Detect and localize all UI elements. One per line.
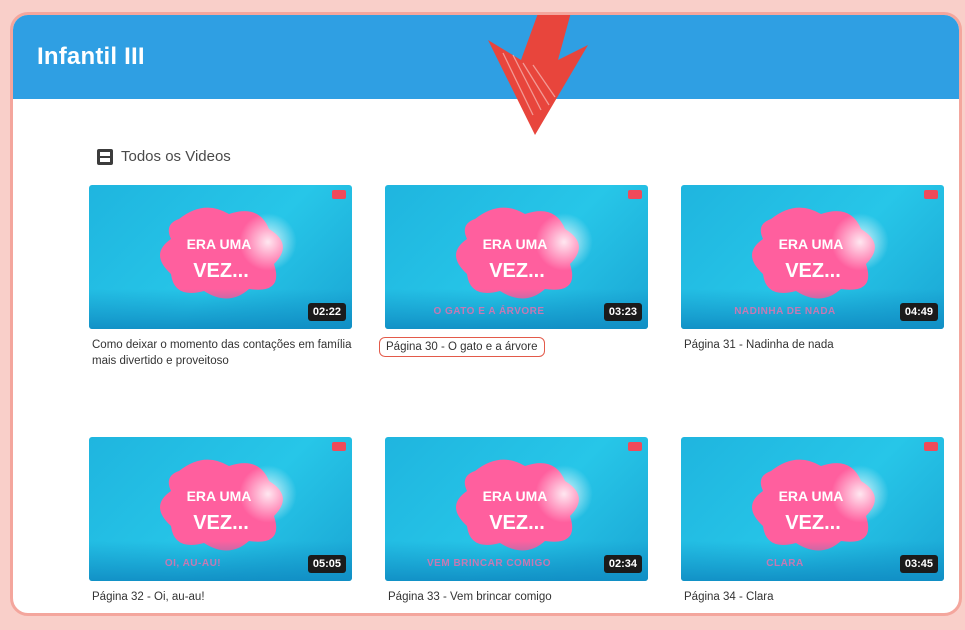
video-card[interactable]: ERA UMA VEZ... CLARA 03:45 Página 34 - C… [681,437,944,605]
video-thumbnail[interactable]: ERA UMA VEZ... OI, AU-AU! 05:05 [89,437,352,581]
video-card[interactable]: ERA UMA VEZ... NADINHA DE NADA 04:49 Pág… [681,185,944,353]
svg-text:VEZ...: VEZ... [489,260,545,282]
video-card[interactable]: ERA UMA VEZ... O GATO E A ÁRVORE 03:23 P… [379,185,648,357]
caption-badge-icon [332,442,346,451]
svg-text:VEZ...: VEZ... [785,260,841,282]
svg-text:VEZ...: VEZ... [193,512,249,534]
video-title[interactable]: Página 33 - Vem brincar comigo [385,589,648,605]
video-duration: 03:45 [899,555,938,573]
video-card[interactable]: ERA UMA VEZ... 02:22 Como deixar o momen… [89,185,352,369]
video-duration: 04:49 [899,303,938,321]
thumbnail-subtitle: O GATO E A ÁRVORE [433,306,545,317]
cloud-decoration [535,465,593,523]
video-thumbnail[interactable]: ERA UMA VEZ... CLARA 03:45 [681,437,944,581]
thumbnail-subtitle: VEM BRINCAR COMIGO [427,558,551,569]
caption-badge-icon [924,190,938,199]
video-card[interactable]: ERA UMA VEZ... VEM BRINCAR COMIGO 02:34 … [385,437,648,605]
caption-badge-icon [332,190,346,199]
video-duration: 03:23 [603,303,642,321]
video-duration: 05:05 [307,555,346,573]
cloud-decoration [535,213,593,271]
video-thumbnail[interactable]: ERA UMA VEZ... VEM BRINCAR COMIGO 02:34 [385,437,648,581]
section-label: Todos os Videos [121,148,231,165]
video-thumbnail[interactable]: ERA UMA VEZ... NADINHA DE NADA 04:49 [681,185,944,329]
thumbnail-subtitle: OI, AU-AU! [164,558,222,569]
video-icon [97,148,113,165]
thumbnail-subtitle: NADINHA DE NADA [734,306,836,317]
caption-badge-icon [628,190,642,199]
page-title: Infantil III [37,43,145,70]
video-title[interactable]: Como deixar o momento das contações em f… [89,337,352,369]
video-thumbnail[interactable]: ERA UMA VEZ... 02:22 [89,185,352,329]
caption-badge-icon [628,442,642,451]
video-duration: 02:22 [307,303,346,321]
video-title[interactable]: Página 32 - Oi, au-au! [89,589,352,605]
cloud-decoration [831,213,889,271]
svg-text:VEZ...: VEZ... [785,512,841,534]
pointer-arrow-icon [488,15,588,135]
video-title[interactable]: Página 30 - O gato e a árvore [379,337,545,357]
video-title[interactable]: Página 34 - Clara [681,589,944,605]
caption-badge-icon [924,442,938,451]
cloud-decoration [239,465,297,523]
thumbnail-subtitle: CLARA [766,558,804,569]
svg-text:VEZ...: VEZ... [193,260,249,282]
video-card[interactable]: ERA UMA VEZ... OI, AU-AU! 05:05 Página 3… [89,437,352,605]
svg-text:VEZ...: VEZ... [489,512,545,534]
video-duration: 02:34 [603,555,642,573]
cloud-decoration [831,465,889,523]
app-frame: Infantil III Todos os Videos ERA UMA VEZ… [10,12,962,616]
section-heading: Todos os Videos [97,148,231,165]
video-title[interactable]: Página 31 - Nadinha de nada [681,337,944,353]
video-thumbnail[interactable]: ERA UMA VEZ... O GATO E A ÁRVORE 03:23 [385,185,648,329]
cloud-decoration [239,213,297,271]
